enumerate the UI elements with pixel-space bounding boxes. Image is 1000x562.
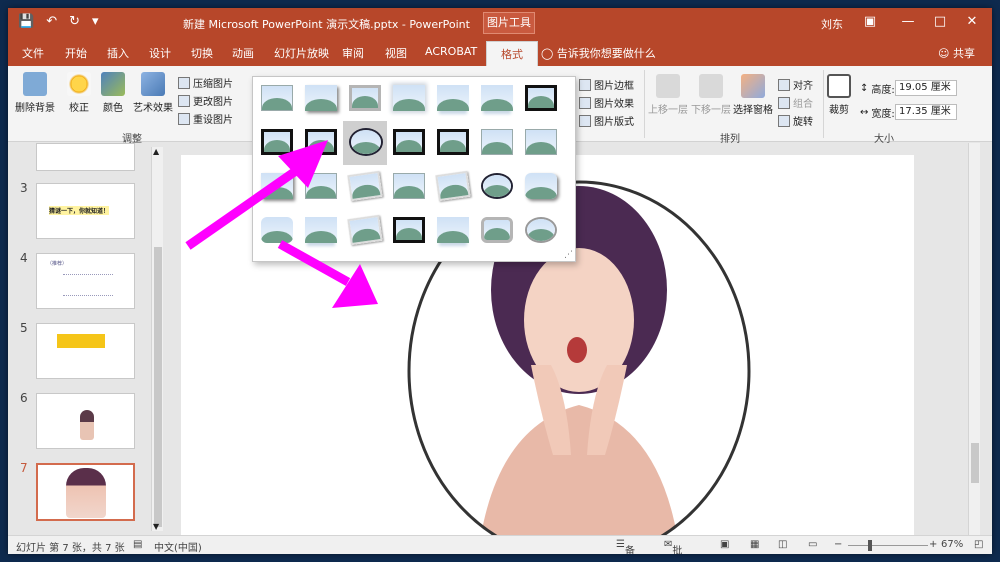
arrow-to-gallery [185,164,303,250]
watermark-brand: Bai 经验 [760,453,884,488]
watermark: Bai 经验 jingyan.baidu.com [760,453,893,502]
arrow-to-oval [277,240,351,286]
watermark-url: jingyan.baidu.com [768,487,893,501]
arrow-to-oval-head [332,264,378,308]
